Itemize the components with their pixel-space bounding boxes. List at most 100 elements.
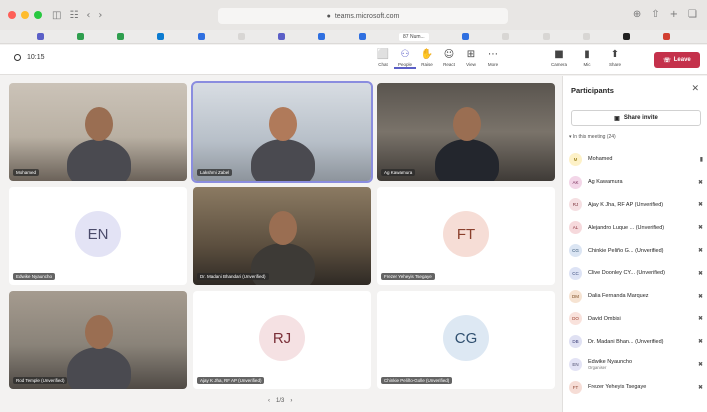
participant-row[interactable]: CG Chinkie Peliño G... (Unverified) ✖ [569, 239, 703, 262]
tool-label: View [466, 62, 476, 67]
tab-favicon-teams[interactable] [278, 33, 286, 40]
maximize-window-button[interactable] [34, 11, 42, 19]
meeting-info-icon[interactable] [14, 54, 21, 61]
tabs-icon[interactable]: ❏ [688, 9, 697, 20]
participant-text: Alejandro Luque ... (Unverified) [588, 225, 693, 231]
tab-favicon-dark[interactable] [623, 33, 631, 40]
tab-favicon-doc[interactable] [461, 33, 469, 40]
participant-row[interactable]: EN Edwike Nyauncho Organiser ✖ [569, 353, 703, 376]
tool-chat-button[interactable]: ⬜ Chat [372, 48, 394, 69]
leave-button[interactable]: ☏ Leave [654, 52, 700, 68]
address-bar[interactable]: ● teams.microsoft.com [218, 8, 508, 24]
tool-people-button[interactable]: ⚇ People [394, 48, 416, 69]
close-panel-icon[interactable]: ✕ [691, 84, 699, 94]
download-icon[interactable]: ⊕ [633, 9, 641, 20]
participant-tile[interactable]: CG Chinkie Peliño-Golle (Unverified) [377, 291, 555, 389]
participant-avatar: CG [569, 244, 582, 258]
share-page-icon[interactable]: ⇧ [651, 9, 659, 20]
control-mic-button[interactable]: ▮ Mic [576, 48, 598, 67]
tab-overview-icon[interactable]: ☷ [69, 10, 78, 21]
new-tab-icon[interactable]: + [670, 9, 678, 20]
tool-view-button[interactable]: ⊞ View [460, 48, 482, 69]
participant-tile[interactable]: RJ Ajay K Jha, RF AP (Unverified) [193, 291, 371, 389]
tool-label: More [487, 62, 499, 67]
video-person-head [269, 211, 297, 245]
participant-list: M Mohamed ▮ AK Ag Kawamura ✖ RJ Ajay K Jha, RF … [569, 148, 703, 399]
participant-text: Ajay K Jha, RF AP (Unverified) [588, 202, 693, 208]
in-meeting-label: In this meeting (24) [572, 134, 616, 140]
participant-row[interactable]: M Mohamed ▮ [569, 148, 703, 171]
video-gallery: ‹ 1/3 › Mohamed Lakshmi Zabel Ag Kawamura E… [0, 76, 562, 412]
phone-hangup-icon: ☏ [663, 57, 671, 64]
tab-favicon-blank[interactable] [237, 33, 245, 40]
tab-favicon-blank[interactable] [542, 33, 550, 40]
forward-icon[interactable]: › [98, 10, 102, 21]
video-person-body [251, 139, 315, 181]
video-person-head [85, 315, 113, 349]
participant-row[interactable]: RJ Ajay K Jha, RF AP (Unverified) ✖ [569, 194, 703, 217]
video-person-body [67, 139, 131, 181]
chat-icon: ⬜ [376, 49, 390, 60]
tab-favicon-blank[interactable] [582, 33, 590, 40]
tool-raise-button[interactable]: ✋ Raise [416, 48, 438, 69]
tab-favicon-red[interactable] [663, 33, 671, 40]
participant-name: David Ombisi [588, 315, 621, 322]
back-icon[interactable]: ‹ [86, 10, 90, 21]
participant-name-tag: Ag Kawamura [381, 169, 416, 176]
tab-favicon-sheet[interactable] [76, 33, 84, 40]
tab-favicon-doc[interactable] [358, 33, 366, 40]
participant-tile[interactable]: Dr. Madani Bhandari (Unverified) [193, 187, 371, 285]
mic-muted-icon: ✖ [697, 383, 703, 391]
participant-tile[interactable]: Mohamed [9, 83, 187, 181]
participant-row[interactable]: DB Dr. Madani Bhan... (Unverified) ✖ [569, 330, 703, 353]
tool-more-button[interactable]: ⋯ More [482, 48, 504, 69]
active-tab[interactable]: 87 Num... [399, 32, 429, 41]
share-invite-button[interactable]: ▣ Share invite [571, 110, 701, 126]
mic-muted-icon: ✖ [697, 292, 703, 300]
control-share-button[interactable]: ⬆ Share [604, 48, 626, 67]
mic-muted-icon: ✖ [697, 247, 703, 255]
participant-name-tag: Rod Temple (Unverified) [13, 377, 68, 384]
participant-tile[interactable]: EN Edwike Nyauncho [9, 187, 187, 285]
participant-avatar: CG [443, 315, 489, 362]
previous-page-icon[interactable]: ‹ [268, 398, 270, 404]
participant-row[interactable]: CC Clive Doonley CY... (Unverified) ✖ [569, 262, 703, 285]
in-meeting-section-toggle[interactable]: ▾ In this meeting (24) [569, 134, 616, 140]
minimize-window-button[interactable] [21, 11, 29, 19]
participant-text: Dalia Fernanda Marquez [588, 293, 693, 299]
participant-avatar: AK [569, 175, 582, 189]
participant-row[interactable]: DM Dalia Fernanda Marquez ✖ [569, 285, 703, 308]
view-icon: ⊞ [466, 49, 476, 60]
mic-icon: ▮ [584, 49, 590, 60]
tool-react-button[interactable]: ☺ React [438, 48, 460, 69]
tab-favicon-teams[interactable] [36, 33, 44, 40]
video-person-head [453, 107, 481, 141]
tab-favicon-doc[interactable] [318, 33, 326, 40]
participant-avatar: EN [569, 358, 582, 372]
tab-favicon-sheet[interactable] [117, 33, 125, 40]
participant-row[interactable]: FT Frezer Yeheyis Tsegaye ✖ [569, 376, 703, 399]
close-window-button[interactable] [8, 11, 16, 19]
tab-favicon-blank[interactable] [502, 33, 510, 40]
tab-favicon-browser[interactable] [157, 33, 165, 40]
next-page-icon[interactable]: › [290, 398, 292, 404]
participant-name-tag: Frezer Yeheyis Tsegaye [381, 273, 435, 280]
control-camera-button[interactable]: ■ Camera [548, 48, 570, 67]
sidebar-toggle-icon[interactable]: ◫ [52, 10, 61, 21]
participant-tile[interactable]: Rod Temple (Unverified) [9, 291, 187, 389]
leave-label: Leave [673, 57, 691, 63]
mic-muted-icon: ✖ [697, 201, 703, 209]
more-icon: ⋯ [488, 49, 498, 60]
participant-row[interactable]: AK Ag Kawamura ✖ [569, 171, 703, 194]
participant-tile[interactable]: FT Frezer Yeheyis Tsegaye [377, 187, 555, 285]
participant-text: Clive Doonley CY... (Unverified) [588, 270, 693, 276]
participant-name: Dr. Madani Bhan... (Unverified) [588, 338, 664, 345]
participant-tile[interactable]: Ag Kawamura [377, 83, 555, 181]
participant-tile[interactable]: Lakshmi Zabel [191, 81, 373, 183]
react-icon: ☺ [443, 49, 455, 60]
tab-favicon-doc[interactable] [197, 33, 205, 40]
participant-text: Dr. Madani Bhan... (Unverified) [588, 339, 693, 345]
participant-row[interactable]: AL Alejandro Luque ... (Unverified) ✖ [569, 216, 703, 239]
participant-row[interactable]: DO David Ombisi ✖ [569, 308, 703, 331]
participant-name: Dalia Fernanda Marquez [588, 293, 649, 300]
